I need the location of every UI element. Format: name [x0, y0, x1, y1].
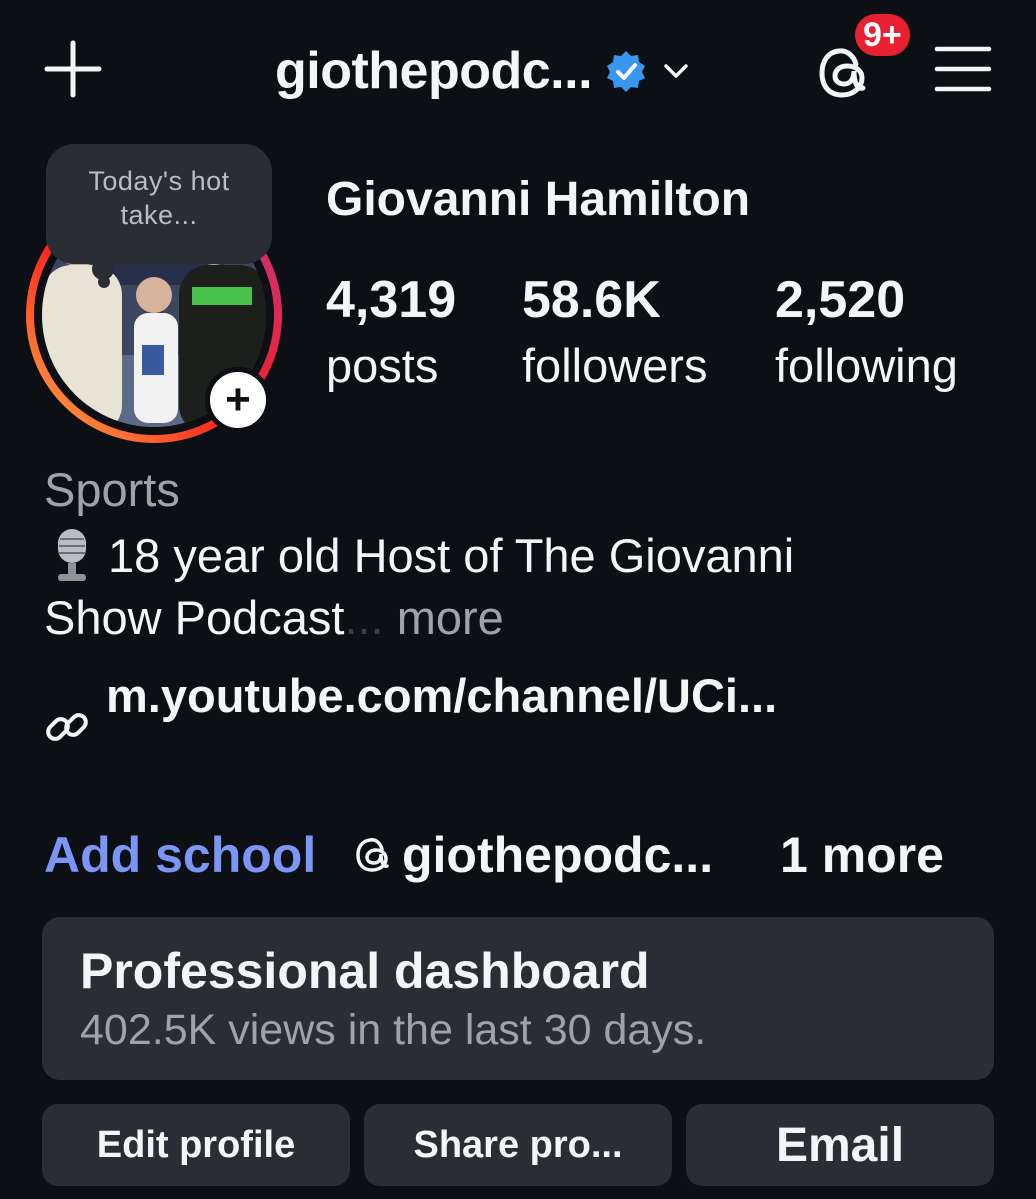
profile-category: Sports	[44, 463, 180, 516]
more-links-button[interactable]: 1 more	[780, 826, 944, 884]
bio-line-2: Show Podcast... more	[44, 590, 504, 645]
add-story-button[interactable]: +	[205, 367, 271, 433]
bio-text-1: 18 year old Host of The Giovanni	[108, 528, 795, 582]
note-bubble[interactable]: Today's hot take...	[46, 144, 272, 264]
hamburger-menu-icon	[934, 46, 992, 92]
plus-icon	[44, 40, 102, 98]
bio-text-2: Show Podcast	[44, 591, 345, 644]
bio-more-link[interactable]: more	[397, 591, 504, 644]
share-profile-button[interactable]: Share pro...	[364, 1104, 672, 1186]
followers-label[interactable]: followers	[522, 338, 707, 393]
full-name: Giovanni Hamilton	[326, 173, 751, 226]
link-icon	[46, 713, 88, 741]
posts-count[interactable]: 4,319	[326, 270, 456, 330]
note-text: Today's hot take...	[88, 166, 230, 230]
following-count[interactable]: 2,520	[775, 270, 905, 330]
create-button[interactable]	[40, 36, 106, 102]
dashboard-title: Professional dashboard	[80, 943, 650, 999]
note-bubble-tail-small	[98, 276, 110, 288]
account-switcher[interactable]: giothepodc...	[275, 36, 690, 106]
posts-label[interactable]: posts	[326, 338, 438, 393]
menu-button[interactable]	[934, 44, 992, 94]
bio-line-1: 18 year old Host of The Giovanni	[44, 527, 794, 583]
bio-ellipsis: ...	[344, 591, 384, 644]
verified-badge-icon	[607, 51, 646, 92]
threads-icon	[356, 838, 389, 872]
threads-profile-link[interactable]: giothepodc...	[402, 826, 713, 884]
edit-profile-button[interactable]: Edit profile	[42, 1104, 350, 1186]
chevron-down-icon	[664, 64, 688, 78]
following-label[interactable]: following	[775, 338, 958, 393]
notification-badge: 9+	[855, 14, 910, 56]
profile-handle: giothepodc...	[275, 42, 593, 100]
followers-count[interactable]: 58.6K	[522, 270, 661, 330]
add-school-link[interactable]: Add school	[44, 826, 316, 884]
dashboard-subtitle: 402.5K views in the last 30 days.	[80, 1006, 707, 1054]
microphone-icon	[58, 529, 86, 581]
email-button[interactable]: Email	[686, 1104, 994, 1186]
profile-link[interactable]: m.youtube.com/channel/UCi...	[106, 668, 777, 723]
